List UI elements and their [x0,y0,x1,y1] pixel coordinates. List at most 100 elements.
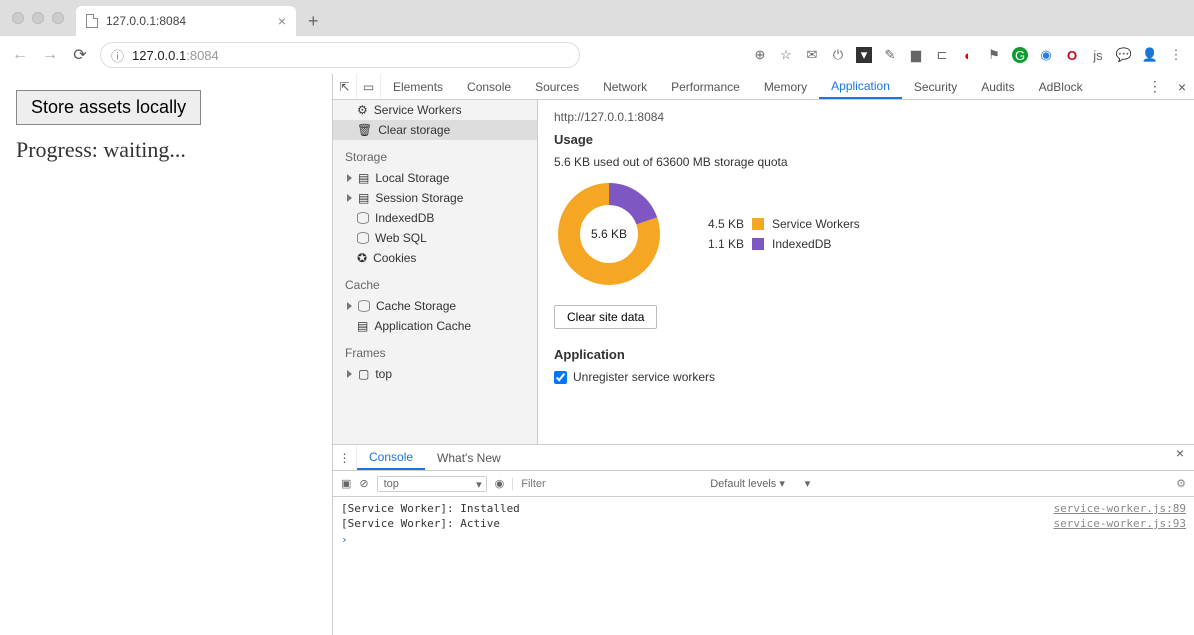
drawer-close-icon[interactable]: × [1166,445,1194,470]
legend-swatch-orange [752,218,764,230]
tab-memory[interactable]: Memory [752,74,819,99]
flag-icon[interactable]: ⚑ [986,47,1002,63]
address-bar[interactable]: ⓘ 127.0.0.1:8084 [100,42,580,68]
js-icon[interactable]: js [1090,47,1106,63]
console-prompt[interactable]: › [341,531,1186,548]
sidebar-session-storage[interactable]: ▤Session Storage [333,188,537,208]
sidebar-indexeddb[interactable]: IndexedDB [333,208,537,228]
bracket-icon[interactable]: ⊏ [934,47,950,63]
sidebar-clear-storage[interactable]: 🗑 Clear storage [333,120,537,140]
clear-console-icon[interactable]: ⊘ [359,477,368,490]
tab-adblock[interactable]: AdBlock [1027,74,1095,99]
devtools-close-icon[interactable]: × [1170,79,1194,95]
minimize-window-icon[interactable] [32,12,44,24]
application-heading: Application [554,347,1178,362]
site-info-icon[interactable]: ⓘ [111,46,124,65]
pencil-icon[interactable]: ✎ [882,47,898,63]
browser-tab[interactable]: 127.0.0.1:8084 × [76,6,296,36]
devtools-more-icon[interactable]: ⋮ [1140,78,1170,95]
checkbox-input[interactable] [554,371,567,384]
zoom-window-icon[interactable] [52,12,64,24]
reload-button[interactable]: ⟳ [70,45,90,65]
legend-swatch-purple [752,238,764,250]
unregister-sw-checkbox[interactable]: Unregister service workers [554,370,1178,384]
browser-toolbar: ← → ⟳ ⓘ 127.0.0.1:8084 ⊕ ☆ ✉ ⏻ ▾ ✎ ▆ ⊏ ◐… [0,36,1194,74]
frame-icon: ▢ [358,367,369,381]
clear-site-data-button[interactable]: Clear site data [554,305,657,329]
usage-legend: 4.5 KB Service Workers 1.1 KB IndexedDB [694,217,860,251]
application-sidebar: ⚙ Service Workers 🗑 Clear storage Storag… [333,100,538,444]
sidebar-cookies[interactable]: ✪Cookies [333,248,537,268]
tab-elements[interactable]: Elements [381,74,455,99]
device-toolbar-icon[interactable]: ▭ [357,74,381,99]
grid-icon: ▤ [357,319,368,333]
drawer-tabbar: ⋮ Console What's New × [333,445,1194,471]
pocket-icon[interactable]: ▾ [856,47,872,63]
console-output: [Service Worker]: Installed service-work… [333,497,1194,635]
new-tab-button[interactable]: + [308,6,319,36]
sidebar-service-workers[interactable]: ⚙ Service Workers [333,100,537,120]
store-assets-button[interactable]: Store assets locally [16,90,201,125]
live-expression-icon[interactable]: ◉ [495,477,505,490]
chat-icon[interactable]: 💬 [1116,47,1132,63]
expand-icon[interactable] [347,174,352,182]
tab-network[interactable]: Network [591,74,659,99]
back-button[interactable]: ← [10,46,30,64]
console-line: [Service Worker]: Active service-worker.… [341,516,1186,531]
graph-icon[interactable]: ▆ [908,47,924,63]
page-content: Store assets locally Progress: waiting..… [0,74,332,635]
console-source-link[interactable]: service-worker.js:93 [1054,517,1186,530]
tab-console[interactable]: Console [455,74,523,99]
sidebar-frame-top[interactable]: ▢top [333,364,537,384]
usage-donut-chart: 5.6 KB [554,179,664,289]
browser-chrome: 127.0.0.1:8084 × + ← → ⟳ ⓘ 127.0.0.1:808… [0,0,1194,74]
devtools-drawer: ⋮ Console What's New × ▣ ⊘ top ◉ Default… [333,445,1194,635]
drawer-more-icon[interactable]: ⋮ [333,445,357,470]
expand-icon[interactable] [347,302,352,310]
power-icon[interactable]: ⏻ [830,47,846,63]
drawer-tab-console[interactable]: Console [357,445,425,470]
zoom-icon[interactable]: ⊕ [752,47,768,63]
tab-application[interactable]: Application [819,74,902,99]
ublock-icon[interactable]: ◐ [960,47,976,63]
inspect-element-icon[interactable]: ⇱ [333,74,357,99]
console-settings-icon[interactable]: ⚙ [1176,477,1186,490]
menu-icon[interactable]: ⋮ [1168,47,1184,63]
expand-icon[interactable] [347,194,352,202]
sidebar-websql[interactable]: Web SQL [333,228,537,248]
console-context-select[interactable]: top [377,476,487,492]
forward-button[interactable]: → [40,46,60,64]
database-icon [357,212,369,224]
sidebar-app-cache[interactable]: ▤Application Cache [333,316,537,336]
console-sidebar-toggle-icon[interactable]: ▣ [341,477,351,490]
tab-audits[interactable]: Audits [969,74,1026,99]
legend-row-indexeddb: 1.1 KB IndexedDB [694,237,860,251]
tab-close-icon[interactable]: × [278,14,286,28]
tab-security[interactable]: Security [902,74,969,99]
tab-sources[interactable]: Sources [523,74,591,99]
tab-performance[interactable]: Performance [659,74,752,99]
console-source-link[interactable]: service-worker.js:89 [1054,502,1186,515]
mail-icon[interactable]: ✉ [804,47,820,63]
log-levels-select[interactable]: Default levels ▾ [704,476,814,491]
devtools-tabbar: ⇱ ▭ Elements Console Sources Network Per… [333,74,1194,100]
sidebar-category-storage: Storage [333,140,537,168]
sidebar-cache-storage[interactable]: Cache Storage [333,296,537,316]
globe-icon[interactable]: ◉ [1038,47,1054,63]
window-controls[interactable] [12,12,64,24]
tab-title: 127.0.0.1:8084 [106,14,270,28]
bookmark-star-icon[interactable]: ☆ [778,47,794,63]
expand-icon[interactable] [347,370,352,378]
opera-icon[interactable]: O [1064,47,1080,63]
address-port: :8084 [186,48,219,63]
gear-icon: ⚙ [357,103,368,117]
profile-avatar[interactable]: 👤 [1142,47,1158,63]
sidebar-local-storage[interactable]: ▤Local Storage [333,168,537,188]
grammarly-icon[interactable]: G [1012,47,1028,63]
progress-text: Progress: waiting... [16,137,316,163]
close-window-icon[interactable] [12,12,24,24]
cookie-icon: ✪ [357,251,367,265]
console-filter-input[interactable] [512,478,692,490]
extension-bar: ⊕ ☆ ✉ ⏻ ▾ ✎ ▆ ⊏ ◐ ⚑ G ◉ O js 💬 👤 ⋮ [752,47,1184,63]
drawer-tab-whatsnew[interactable]: What's New [425,445,513,470]
